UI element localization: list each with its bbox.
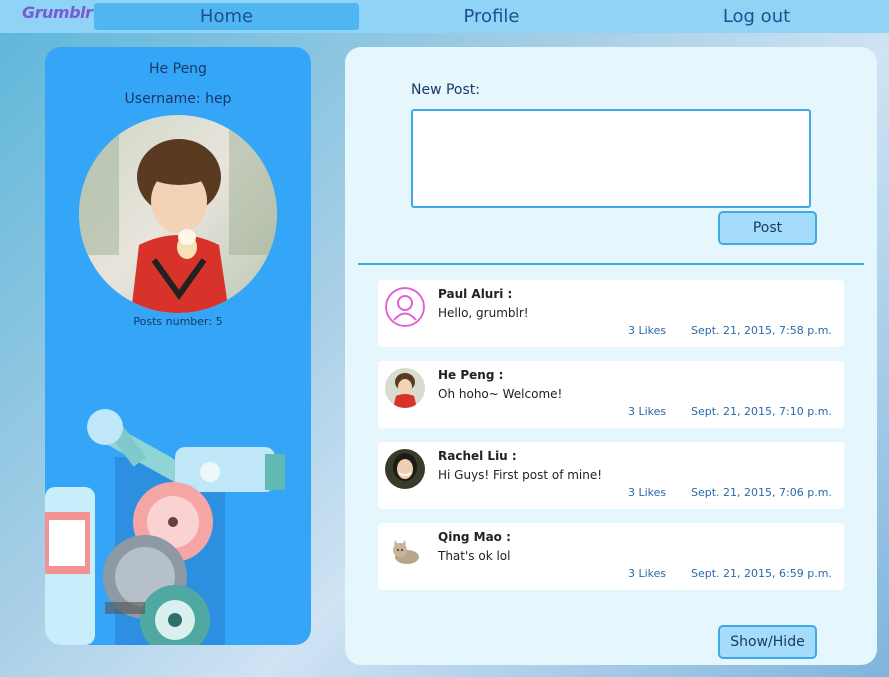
- post-text: Hello, grumblr!: [438, 306, 529, 320]
- profile-name: He Peng: [149, 61, 207, 77]
- default-user-icon[interactable]: [385, 287, 425, 327]
- cat-photo[interactable]: [385, 530, 425, 570]
- profile-card: He Peng Username: hep Posts number: 5: [45, 47, 311, 645]
- post-text: Oh hoho~ Welcome!: [438, 387, 563, 401]
- divider: [358, 263, 864, 265]
- post-likes[interactable]: 3 Likes: [628, 567, 666, 580]
- post-author[interactable]: Paul Aluri :: [438, 287, 512, 301]
- main-panel: New Post: Post Paul Aluri : Hello, grumb…: [345, 47, 877, 665]
- post-feed: Paul Aluri : Hello, grumblr! 3 Likes Sep…: [378, 280, 844, 604]
- child-photo[interactable]: [385, 368, 425, 408]
- top-nav: Grumblr Home Profile Log out: [0, 0, 889, 33]
- profile-posts-count: Posts number: 5: [133, 315, 223, 328]
- post-timestamp: Sept. 21, 2015, 7:58 p.m.: [691, 324, 832, 337]
- profile-username: Username: hep: [124, 91, 232, 107]
- post-likes[interactable]: 3 Likes: [628, 486, 666, 499]
- new-post-label: New Post:: [411, 82, 480, 98]
- show-hide-button[interactable]: Show/Hide: [718, 625, 817, 659]
- new-post-input[interactable]: [411, 109, 811, 208]
- woman-photo[interactable]: [385, 449, 425, 489]
- post-text: That's ok lol: [438, 549, 511, 563]
- post-text: Hi Guys! First post of mine!: [438, 468, 603, 482]
- post-likes[interactable]: 3 Likes: [628, 324, 666, 337]
- profile-avatar: [79, 115, 277, 313]
- post-item: Rachel Liu : Hi Guys! First post of mine…: [378, 442, 844, 509]
- machine-illustration: [45, 402, 311, 645]
- post-item: He Peng : Oh hoho~ Welcome! 3 Likes Sept…: [378, 361, 844, 428]
- post-likes[interactable]: 3 Likes: [628, 405, 666, 418]
- post-button[interactable]: Post: [718, 211, 817, 245]
- post-timestamp: Sept. 21, 2015, 7:10 p.m.: [691, 405, 832, 418]
- post-author[interactable]: He Peng :: [438, 368, 503, 382]
- grumblr-logo[interactable]: Grumblr: [22, 3, 93, 22]
- nav-home-button[interactable]: Home: [94, 3, 359, 30]
- nav-logout-button[interactable]: Log out: [624, 3, 889, 30]
- nav-profile-button[interactable]: Profile: [359, 3, 624, 30]
- post-timestamp: Sept. 21, 2015, 7:06 p.m.: [691, 486, 832, 499]
- post-timestamp: Sept. 21, 2015, 6:59 p.m.: [691, 567, 832, 580]
- post-author[interactable]: Qing Mao :: [438, 530, 511, 544]
- post-item: Paul Aluri : Hello, grumblr! 3 Likes Sep…: [378, 280, 844, 347]
- post-item: Qing Mao : That's ok lol 3 Likes Sept. 2…: [378, 523, 844, 590]
- post-author[interactable]: Rachel Liu :: [438, 449, 517, 463]
